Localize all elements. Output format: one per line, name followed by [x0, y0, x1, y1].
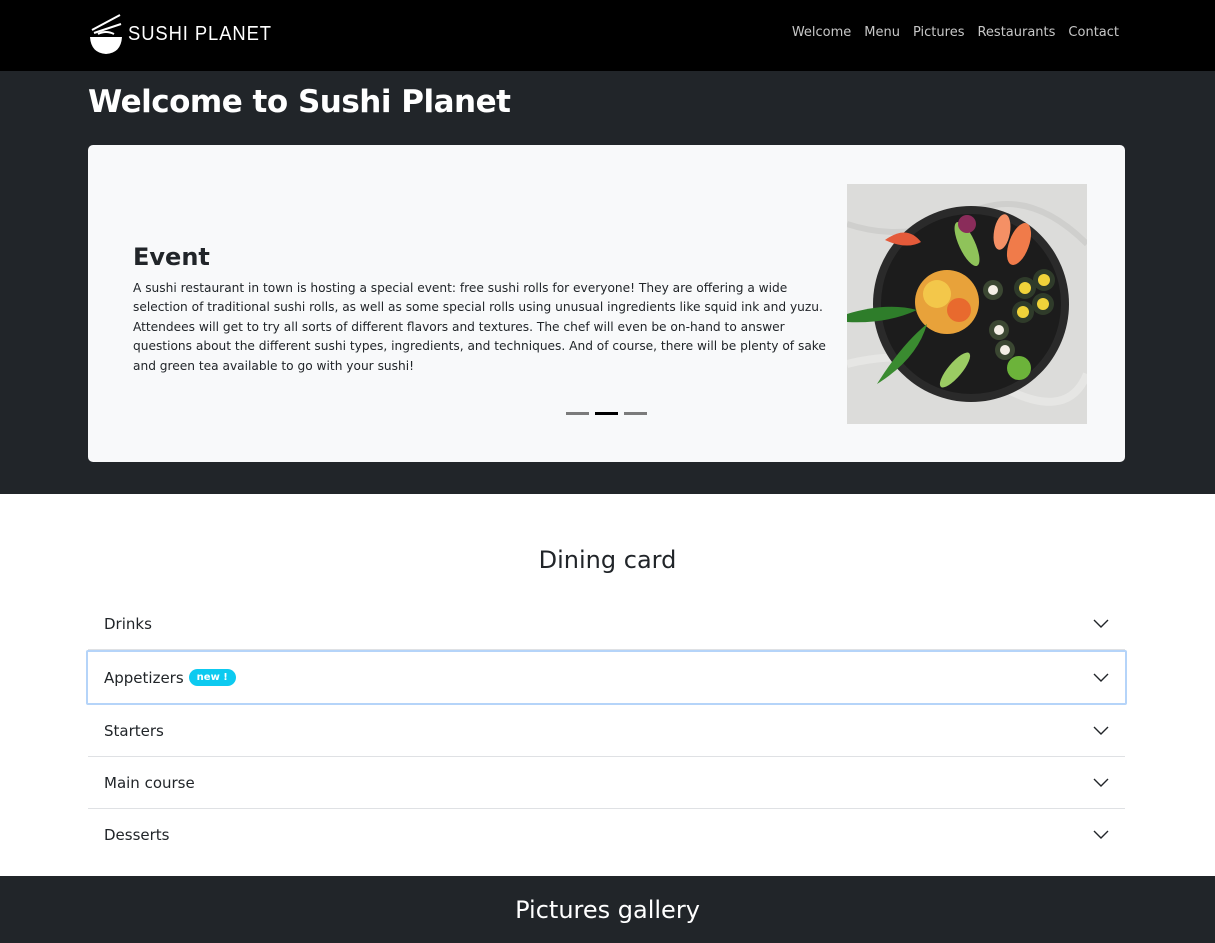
- accordion-item-starters[interactable]: Starters: [88, 705, 1125, 757]
- dining-card-title: Dining card: [538, 546, 677, 574]
- chevron-down-icon: [1093, 726, 1109, 735]
- gallery-title: Pictures gallery: [515, 896, 700, 924]
- slide-text: A sushi restaurant in town is hosting a …: [133, 281, 826, 373]
- nav-contact[interactable]: Contact: [1068, 25, 1119, 40]
- chevron-down-icon: [1093, 619, 1109, 628]
- accordion-label: Starters: [104, 721, 164, 740]
- chevron-down-icon: [1093, 830, 1109, 839]
- chevron-down-icon: [1093, 778, 1109, 787]
- hero-section: Welcome to Sushi Planet Event A sushi re…: [0, 71, 1215, 494]
- brand-name: SUSHI PLANET: [128, 22, 272, 45]
- accordion-item-main-course[interactable]: Main course: [88, 757, 1125, 809]
- sushi-platter-image: [847, 184, 1087, 424]
- brand-link[interactable]: SUSHI PLANET: [88, 12, 284, 56]
- page-title: Welcome to Sushi Planet: [88, 84, 511, 120]
- accordion-label: Appetizers: [104, 668, 184, 687]
- accordion-label: Drinks: [104, 614, 152, 633]
- dining-accordion: Drinks Appetizers new ! Starters Main co…: [86, 598, 1127, 861]
- nav-restaurants[interactable]: Restaurants: [977, 25, 1055, 40]
- accordion-label: Main course: [104, 773, 195, 792]
- event-carousel[interactable]: Event A sushi restaurant in town is host…: [88, 145, 1125, 462]
- new-badge: new !: [188, 669, 236, 686]
- nav-menu[interactable]: Menu: [864, 25, 900, 40]
- main-nav: Welcome Menu Pictures Restaurants Contac…: [792, 25, 1119, 40]
- chevron-down-icon: [1093, 673, 1109, 682]
- accordion-item-drinks[interactable]: Drinks: [88, 598, 1125, 650]
- accordion-item-appetizers[interactable]: Appetizers new !: [86, 650, 1127, 705]
- pictures-gallery-section: Pictures gallery: [0, 876, 1215, 943]
- sushi-bowl-chopsticks-icon: [90, 14, 122, 54]
- carousel-indicator-1[interactable]: [566, 412, 589, 415]
- navbar: SUSHI PLANET Welcome Menu Pictures Resta…: [0, 0, 1215, 71]
- carousel-indicator-3[interactable]: [624, 412, 647, 415]
- carousel-indicator-2[interactable]: [595, 412, 618, 415]
- nav-pictures[interactable]: Pictures: [913, 25, 964, 40]
- accordion-label: Desserts: [104, 826, 170, 844]
- carousel-indicators: [566, 412, 647, 415]
- slide-title: Event: [133, 243, 210, 271]
- accordion-item-desserts[interactable]: Desserts: [88, 809, 1125, 861]
- nav-welcome[interactable]: Welcome: [792, 25, 851, 40]
